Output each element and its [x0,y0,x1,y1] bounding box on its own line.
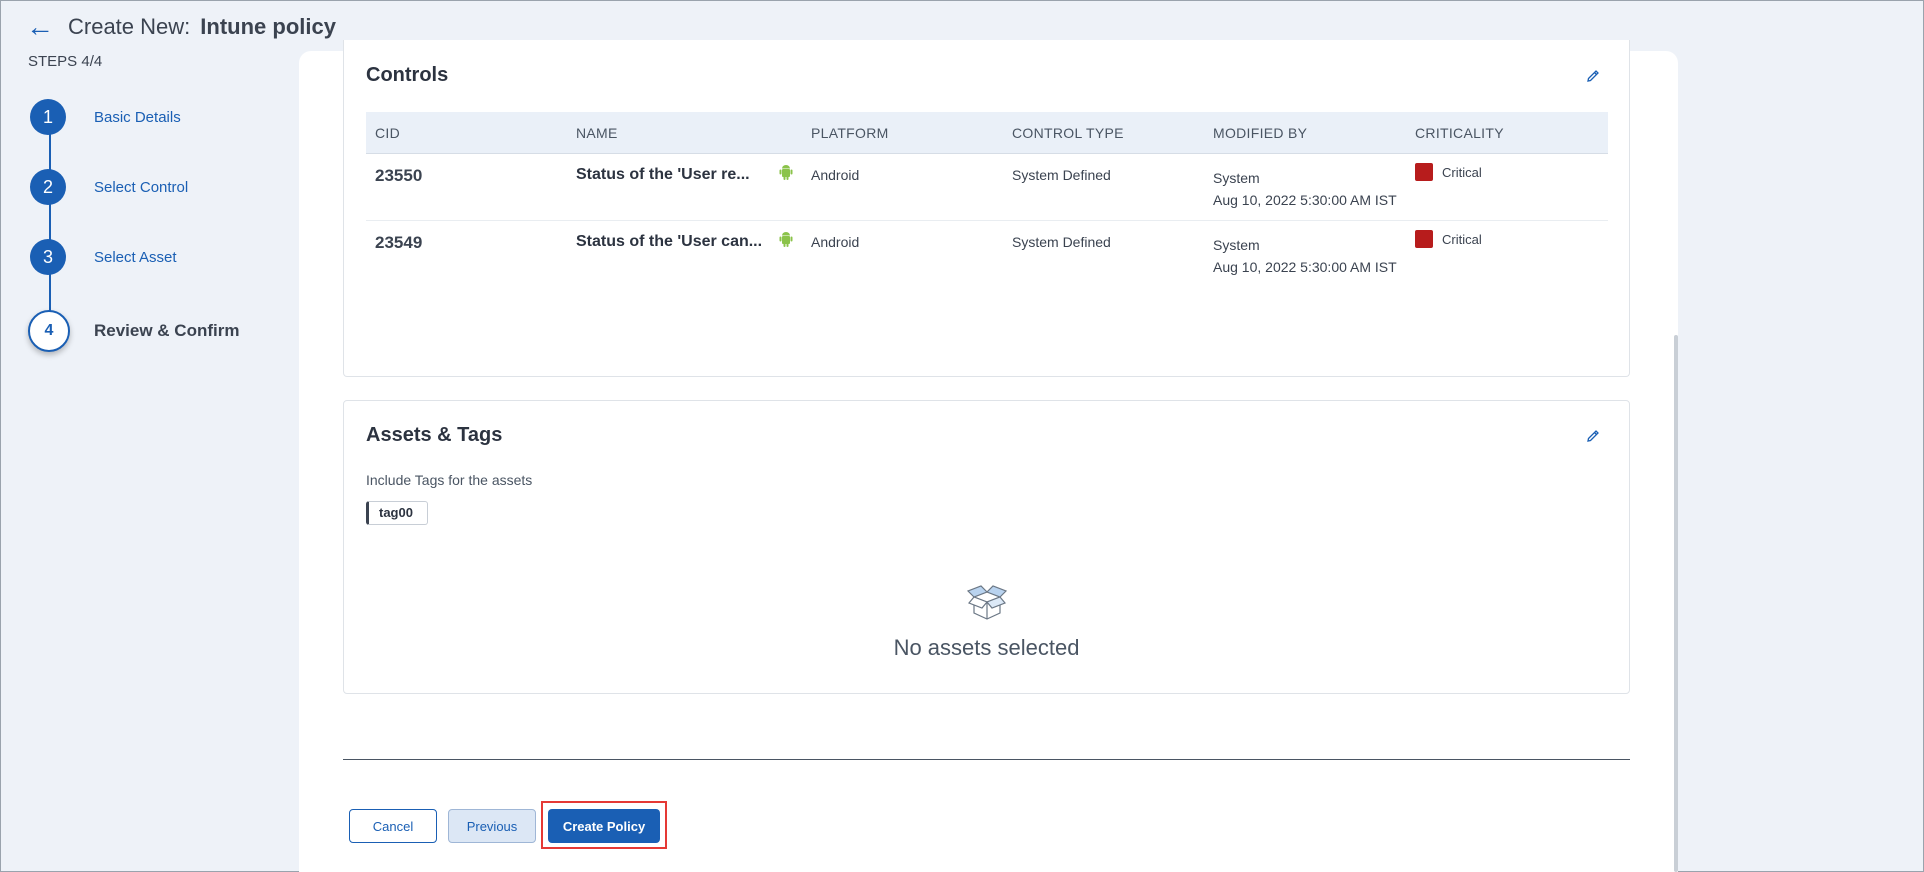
cell-cid: 23550 [375,166,423,185]
column-header-name[interactable]: NAME [576,125,618,141]
step-select-asset[interactable]: 3 Select Asset [30,239,177,275]
step-connector [49,204,51,240]
column-header-modified-by[interactable]: MODIFIED BY [1213,125,1307,141]
step-connector [49,274,51,312]
column-header-cid[interactable]: CID [375,125,400,141]
cell-modified-by: System Aug 10, 2022 5:30:00 AM IST [1213,167,1397,211]
modified-by-user: System [1213,170,1260,186]
controls-title: Controls [366,64,449,86]
modified-by-date: Aug 10, 2022 5:30:00 AM IST [1213,259,1397,275]
scrollbar-thumb[interactable] [1674,335,1678,872]
steps-count: STEPS 4/4 [28,53,103,70]
modified-by-user: System [1213,237,1260,253]
column-header-platform[interactable]: PLATFORM [811,125,889,141]
cell-criticality: Critical [1415,230,1482,248]
previous-button[interactable]: Previous [448,809,536,843]
step-label[interactable]: Select Control [94,179,188,196]
create-policy-button[interactable]: Create Policy [548,809,660,843]
step-connector [49,134,51,170]
page-title: Intune policy [200,14,336,39]
cell-name: Status of the 'User can... [576,233,763,250]
footer-divider [343,759,1630,760]
step-basic-details[interactable]: 1 Basic Details [30,99,181,135]
open-box-icon [966,585,1008,620]
page-header: ← Create New: Intune policy [26,12,336,42]
cell-criticality: Critical [1415,163,1482,181]
criticality-label: Critical [1442,231,1482,247]
step-number: 4 [28,310,70,352]
pencil-icon[interactable] [1585,68,1601,84]
step-number: 3 [30,239,66,275]
pencil-icon[interactable] [1585,428,1601,444]
criticality-swatch [1415,163,1433,181]
arrow-left-icon[interactable]: ← [26,13,54,41]
cell-control-type: System Defined [1012,167,1111,183]
assets-tags-card: Assets & Tags Include Tags for the asset… [343,400,1630,694]
android-icon [779,232,793,247]
criticality-label: Critical [1442,164,1482,180]
assets-tags-title: Assets & Tags [366,424,503,446]
cell-name: Status of the 'User re... [576,166,750,183]
cell-platform: Android [811,234,860,250]
cancel-button[interactable]: Cancel [349,809,437,843]
cell-modified-by: System Aug 10, 2022 5:30:00 AM IST [1213,234,1397,278]
controls-table: CID NAME PLATFORM CONTROL TYPE MODIFIED … [366,112,1608,287]
column-header-control-type[interactable]: CONTROL TYPE [1012,125,1124,141]
step-label[interactable]: Select Asset [94,249,177,266]
step-number: 1 [30,99,66,135]
page-title-prefix: Create New: [68,14,191,39]
step-review-confirm: 4 Review & Confirm [28,310,240,352]
modified-by-date: Aug 10, 2022 5:30:00 AM IST [1213,192,1397,208]
cell-cid: 23549 [375,233,423,252]
table-row[interactable]: 23550 Status of the 'User re... Android … [366,154,1608,221]
column-header-criticality[interactable]: CRITICALITY [1415,125,1504,141]
step-number: 2 [30,169,66,205]
cell-control-type: System Defined [1012,234,1111,250]
criticality-swatch [1415,230,1433,248]
table-header: CID NAME PLATFORM CONTROL TYPE MODIFIED … [366,112,1608,154]
table-row[interactable]: 23549 Status of the 'User can... Android… [366,221,1608,287]
tag-chip: tag00 [366,501,428,525]
android-icon [779,165,793,180]
step-label[interactable]: Basic Details [94,109,181,126]
step-select-control[interactable]: 2 Select Control [30,169,188,205]
tags-label: Include Tags for the assets [366,472,533,488]
controls-card: Controls CID NAME PLATFORM CONTROL TYPE … [343,40,1630,377]
step-label: Review & Confirm [94,321,240,340]
cell-platform: Android [811,167,860,183]
empty-state-text: No assets selected [893,635,1080,660]
